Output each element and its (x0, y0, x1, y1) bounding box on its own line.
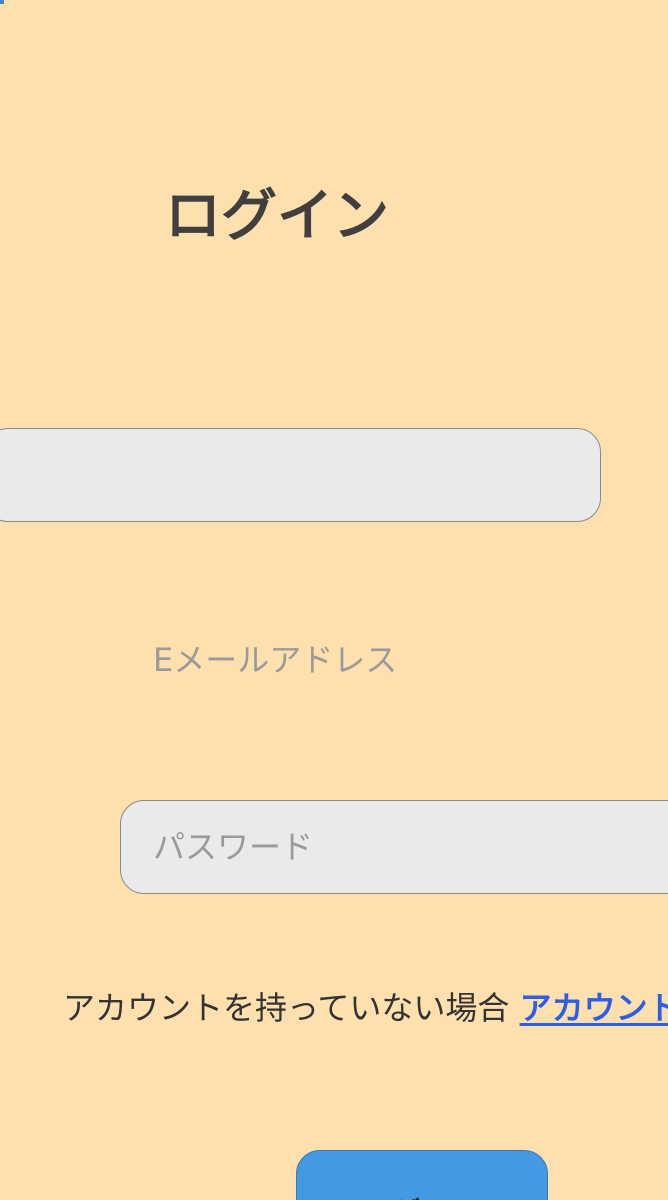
login-screen: ログイン Eメールアドレス アカウントを持っていない場合 アカウント作成 ログイ… (0, 0, 668, 1200)
signup-row: アカウントを持っていない場合 アカウント作成 (63, 986, 668, 1030)
email-label: Eメールアドレス (153, 641, 398, 679)
page-title: ログイン (165, 184, 389, 249)
password-input[interactable] (120, 800, 668, 894)
login-button[interactable]: ログイン (296, 1150, 548, 1200)
signup-prompt: アカウントを持っていない場合 (63, 989, 510, 1027)
window-corner-mark (0, 0, 4, 4)
signup-link[interactable]: アカウント作成 (520, 989, 668, 1027)
email-input[interactable] (0, 428, 601, 522)
